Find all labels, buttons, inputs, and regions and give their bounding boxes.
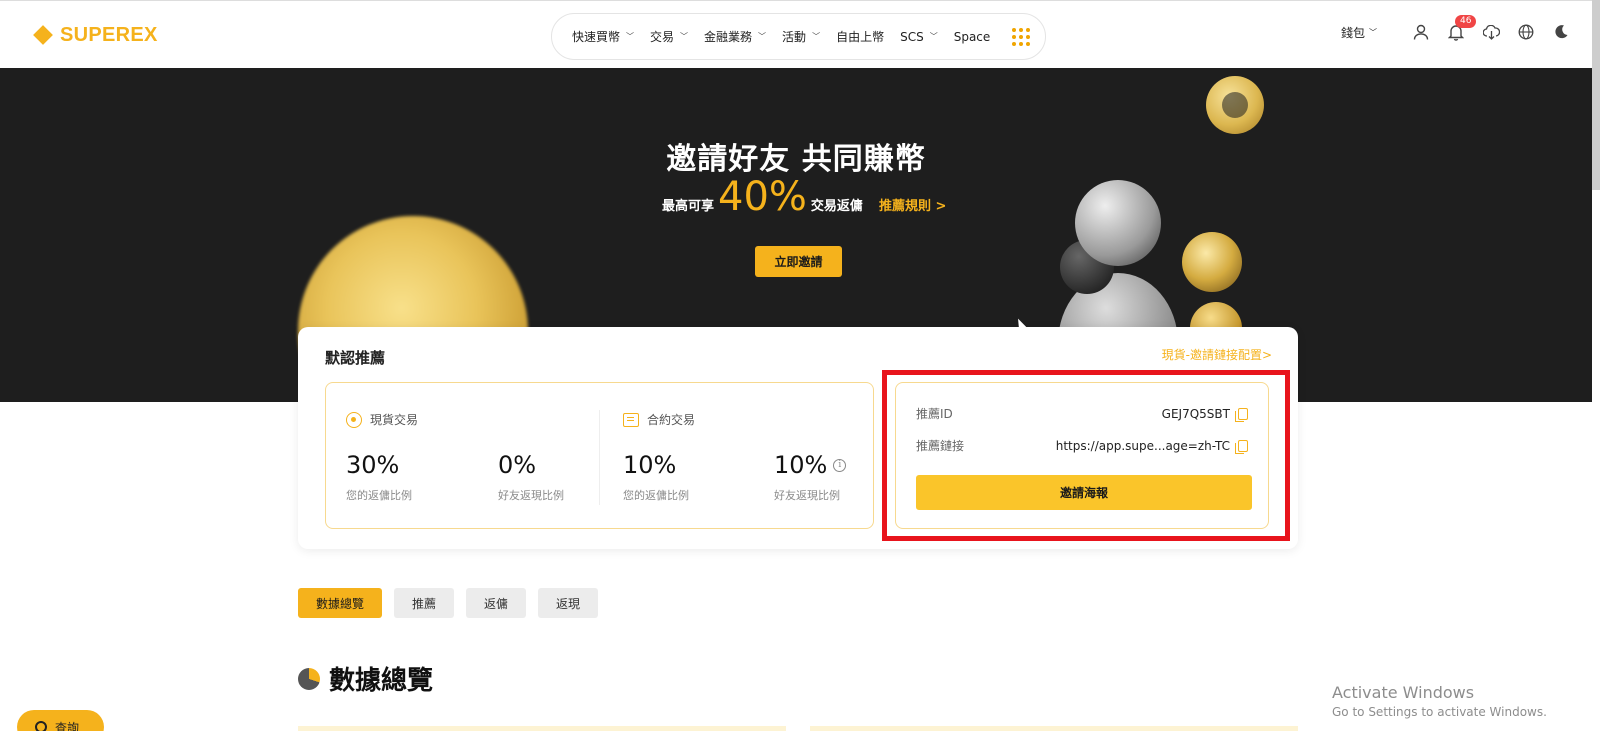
main-nav: 快速買幣 ﹀ 交易 ﹀ 金融業務 ﹀ 活動 ﹀ 自由上幣 SCS ﹀ Space xyxy=(551,13,1046,60)
chevron-down-icon: ﹀ xyxy=(758,32,767,41)
nav-item-space[interactable]: Space xyxy=(954,30,991,44)
hero-title: 邀請好友 共同賺幣 xyxy=(666,142,926,177)
futures-friend-cashback: 10% i 好友返現比例 xyxy=(774,451,847,503)
nav-item-scs[interactable]: SCS ﹀ xyxy=(900,30,938,44)
nav-item-finance[interactable]: 金融業務 ﹀ xyxy=(704,28,766,45)
support-search-button[interactable]: 查詢 xyxy=(17,710,104,731)
gold-sphere-decoration xyxy=(1182,232,1242,292)
page-scrollbar[interactable] xyxy=(1592,0,1600,190)
futures-list-icon xyxy=(623,412,639,427)
apps-grid-icon[interactable] xyxy=(1012,27,1031,46)
futures-your-rebate: 10% 您的返傭比例 xyxy=(623,451,689,502)
section-divider xyxy=(599,410,600,505)
search-icon xyxy=(35,721,47,731)
logo-diamond-icon xyxy=(33,25,53,45)
card-title: 默認推薦 xyxy=(325,349,386,367)
highlight-frame xyxy=(882,370,1290,541)
spot-your-rebate: 30% 您的返傭比例 xyxy=(346,451,412,502)
hero-percent: 40% xyxy=(718,174,807,220)
hero-sub-prefix: 最高可享 xyxy=(662,199,715,214)
chevron-down-icon: ﹀ xyxy=(1369,27,1377,37)
spot-friend-cashback: 0% 好友返現比例 xyxy=(498,451,564,502)
superex-logo[interactable]: SUPEREX xyxy=(32,23,158,47)
notification-badge: 46 xyxy=(1455,15,1477,28)
nav-item-trade[interactable]: 交易 ﹀ xyxy=(650,28,688,45)
spot-trading-label: 現貨交易 xyxy=(346,411,418,428)
chevron-down-icon: ﹀ xyxy=(812,32,821,41)
tab-cashback[interactable]: 返現 xyxy=(538,588,599,618)
chevron-down-icon: ﹀ xyxy=(626,32,635,41)
tab-referrals[interactable]: 推薦 xyxy=(394,588,455,618)
chevron-down-icon: ﹀ xyxy=(929,32,938,41)
globe-icon[interactable] xyxy=(1517,23,1535,41)
top-header: SUPEREX 快速買幣 ﹀ 交易 ﹀ 金融業務 ﹀ 活動 ﹀ 自由上幣 SCS ﹀ Sp… xyxy=(0,0,1600,68)
futures-trading-label: 合約交易 xyxy=(623,411,695,428)
logo-text: SUPEREX xyxy=(60,23,158,46)
hero-sub-suffix: 交易返傭 xyxy=(810,199,863,214)
info-icon[interactable]: i xyxy=(833,458,847,472)
pie-chart-icon xyxy=(298,667,320,690)
coin-emblem-decoration xyxy=(1222,92,1248,118)
moon-icon[interactable] xyxy=(1552,23,1570,41)
sphere-decoration xyxy=(1075,180,1161,266)
header-tools: 錢包 ﹀ 46 xyxy=(1341,15,1570,41)
nav-item-events[interactable]: 活動 ﹀ xyxy=(782,28,820,45)
chevron-down-icon: ﹀ xyxy=(680,32,689,41)
wallet-menu[interactable]: 錢包 ﹀ xyxy=(1341,24,1377,41)
rebate-rates-box: 現貨交易 合約交易 30% 您的返傭比例 0% 好友返現比例 10% 您的返傭比… xyxy=(325,382,874,529)
nav-item-free-listing[interactable]: 自由上幣 xyxy=(836,28,884,45)
data-tabs: 數據總覽 推薦 返傭 返現 xyxy=(298,588,599,618)
tab-overview[interactable]: 數據總覽 xyxy=(298,588,383,618)
invite-now-button[interactable]: 立即邀請 xyxy=(755,246,842,277)
download-icon[interactable] xyxy=(1482,23,1500,41)
spot-coin-icon xyxy=(346,411,362,428)
tab-rebates[interactable]: 返傭 xyxy=(466,588,527,618)
section-title: 數據總覽 xyxy=(298,660,433,697)
user-icon[interactable] xyxy=(1412,23,1430,41)
hero-subtitle: 最高可享 40% 交易返傭 推薦規則 > xyxy=(662,174,946,220)
nav-item-quick-buy[interactable]: 快速買幣 ﹀ xyxy=(572,28,634,45)
stat-card xyxy=(810,726,1298,731)
referral-rules-link[interactable]: 推薦規則 > xyxy=(879,195,946,214)
invite-link-config-link[interactable]: 現貨-邀請鏈接配置> xyxy=(1162,346,1272,363)
bell-icon[interactable]: 46 xyxy=(1447,15,1477,41)
windows-activation-watermark: Activate Windows Go to Settings to activ… xyxy=(1332,683,1547,719)
stat-card xyxy=(298,726,786,731)
